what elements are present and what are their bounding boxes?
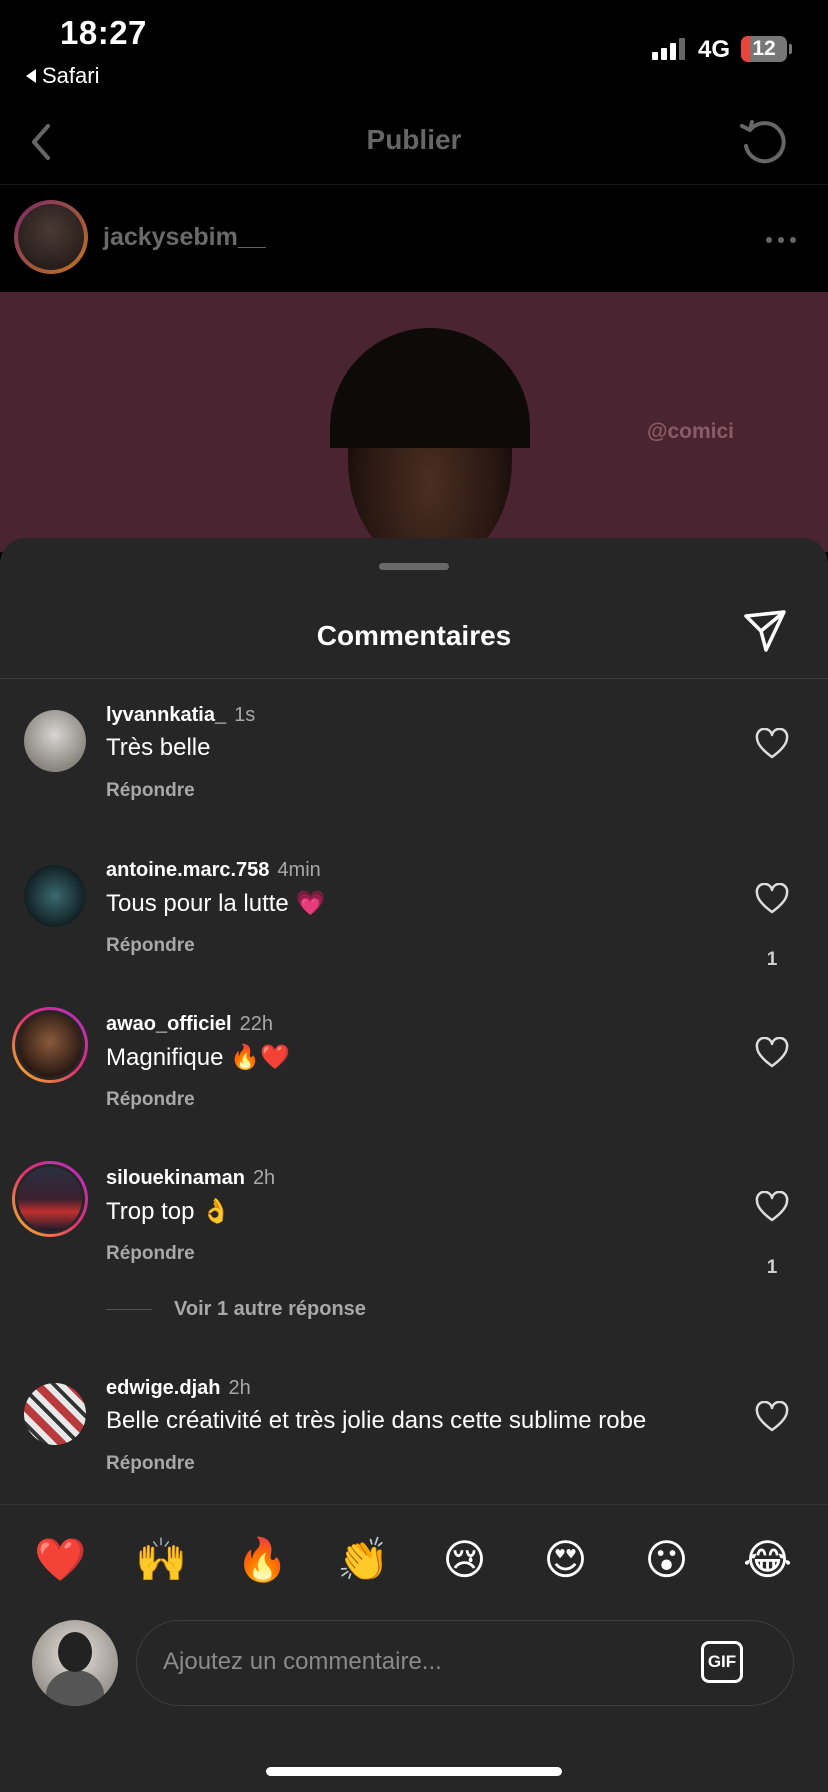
comment-avatar[interactable] xyxy=(24,1383,86,1445)
gif-button[interactable]: GIF xyxy=(701,1641,743,1683)
comments-sheet: Commentaires lyvannkatia_ 1s Très belle R… xyxy=(0,538,828,1792)
emoji-heart-eyes-button[interactable]: 😍 xyxy=(531,1534,601,1586)
comment-text: Très belle xyxy=(106,734,211,761)
emoji-laughing-button[interactable]: 😂 xyxy=(733,1534,803,1586)
comment-time: 2h xyxy=(252,1167,276,1189)
reply-button[interactable]: Répondre xyxy=(106,780,195,802)
more-options-icon[interactable] xyxy=(766,237,796,243)
reply-button[interactable]: Répondre xyxy=(106,1243,195,1265)
back-app-label: Safari xyxy=(42,63,100,88)
comment-text: Trop top 👌 xyxy=(106,1198,232,1225)
comment-text: Tous pour la lutte 💗 xyxy=(106,890,326,917)
network-type: 4G xyxy=(698,36,731,63)
post-author-row: jackysebim__ xyxy=(0,185,828,292)
comment-input-placeholder: Ajoutez un commentaire... xyxy=(163,1648,442,1675)
emoji-crying-button[interactable]: 😢 xyxy=(430,1534,500,1586)
battery-tip xyxy=(789,44,792,54)
sheet-grabber[interactable] xyxy=(379,563,449,570)
reply-button[interactable]: Répondre xyxy=(106,1089,195,1111)
share-send-icon[interactable] xyxy=(742,608,788,654)
status-time: 18:27 xyxy=(60,14,147,51)
comment-avatar[interactable] xyxy=(24,710,86,772)
comment-time: 1s xyxy=(234,704,256,726)
current-user-avatar xyxy=(32,1620,118,1706)
signal-icon xyxy=(652,38,685,60)
comment-username[interactable]: edwige.djah xyxy=(106,1377,220,1399)
comments-title: Commentaires xyxy=(316,620,512,651)
battery-level: 12 xyxy=(752,37,776,60)
like-heart-icon[interactable] xyxy=(755,883,789,915)
comment-username[interactable]: awao_officiel xyxy=(106,1013,232,1035)
like-count: 1 xyxy=(766,1257,778,1278)
comment-avatar-story-ring[interactable] xyxy=(12,1161,88,1237)
back-triangle-icon xyxy=(26,69,36,83)
quick-emoji-bar: ❤️ 🙌 🔥 👏 😢 😍 😮 😂 xyxy=(0,1534,828,1586)
like-count: 1 xyxy=(766,949,778,970)
post-author-avatar[interactable] xyxy=(14,200,88,274)
view-more-replies-label: Voir 1 autre réponse xyxy=(174,1298,366,1320)
like-heart-icon[interactable] xyxy=(755,728,789,760)
status-bar: 18:27 Safari 4G 12 xyxy=(0,0,828,100)
emoji-clap-button[interactable]: 👏 xyxy=(329,1534,399,1586)
comment-item: silouekinaman 2h Trop top 👌 Répondre 1 xyxy=(0,1161,828,1311)
comment-item: lyvannkatia_ 1s Très belle Répondre xyxy=(0,704,828,848)
emoji-fire-button[interactable]: 🔥 xyxy=(228,1534,298,1586)
composer-divider xyxy=(0,1504,828,1505)
like-heart-icon[interactable] xyxy=(755,1191,789,1223)
comment-time: 4min xyxy=(277,859,321,881)
emoji-raised-hands-button[interactable]: 🙌 xyxy=(127,1534,197,1586)
emoji-heart-button[interactable]: ❤️ xyxy=(26,1534,96,1586)
post-image: @comici xyxy=(0,292,828,552)
comment-avatar[interactable] xyxy=(24,865,86,927)
refresh-icon[interactable] xyxy=(738,116,788,166)
sheet-divider xyxy=(0,678,828,679)
page-title: Publier xyxy=(366,124,462,155)
post-header: Publier xyxy=(0,100,828,184)
view-more-replies[interactable]: Voir 1 autre réponse xyxy=(106,1298,366,1321)
like-heart-icon[interactable] xyxy=(755,1037,789,1069)
reply-button[interactable]: Répondre xyxy=(106,1453,195,1475)
comment-time: 22h xyxy=(239,1013,273,1035)
comment-text: Belle créativité et très jolie dans cett… xyxy=(106,1407,647,1434)
comment-item: edwige.djah 2h Belle créativité et très j… xyxy=(0,1377,828,1521)
like-heart-icon[interactable] xyxy=(755,1401,789,1433)
comment-username[interactable]: antoine.marc.758 xyxy=(106,859,269,881)
battery-icon: 12 xyxy=(741,36,787,62)
comment-avatar-story-ring[interactable] xyxy=(12,1007,88,1083)
post-author-username[interactable]: jackysebim__ xyxy=(103,223,266,252)
comment-input[interactable]: Ajoutez un commentaire... GIF xyxy=(136,1620,794,1706)
emoji-surprised-button[interactable]: 😮 xyxy=(632,1534,702,1586)
comment-username[interactable]: silouekinaman xyxy=(106,1167,245,1189)
back-to-safari[interactable]: Safari xyxy=(26,63,99,89)
comment-time: 2h xyxy=(228,1377,251,1399)
comment-username[interactable]: lyvannkatia_ xyxy=(106,704,226,726)
comment-item: antoine.marc.758 4min Tous pour la lutte … xyxy=(0,859,828,1003)
comment-text: Magnifique 🔥❤️ xyxy=(106,1044,290,1071)
photo-watermark: @comici xyxy=(647,420,735,443)
home-indicator[interactable] xyxy=(266,1767,562,1776)
reply-button[interactable]: Répondre xyxy=(106,935,195,957)
comment-item: awao_officiel 22h Magnifique 🔥❤️ Répondre xyxy=(0,1007,828,1157)
